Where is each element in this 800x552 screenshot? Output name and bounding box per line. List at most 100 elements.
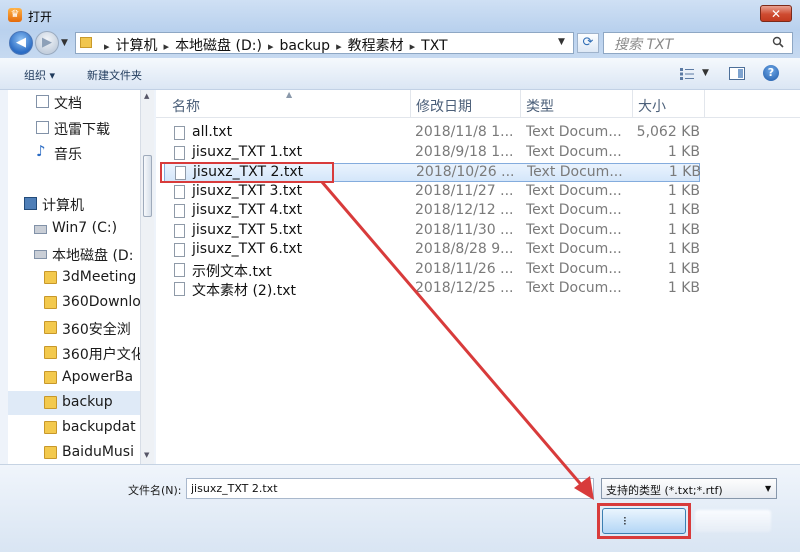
breadcrumb-segment[interactable]: 教程素材 xyxy=(348,35,404,55)
file-date: 2018/9/18 1... xyxy=(415,143,514,160)
folder-icon xyxy=(44,296,57,309)
file-type: Text Docum... xyxy=(526,143,622,160)
text-file-icon xyxy=(174,204,185,218)
sidebar-item-label: 迅雷下载 xyxy=(54,122,110,138)
filename-dropdown-icon[interactable]: ▼ xyxy=(580,484,586,493)
views-dropdown-icon[interactable]: ▼ xyxy=(702,68,709,78)
text-file-icon xyxy=(174,262,185,277)
sidebar-item[interactable]: 360Downlo xyxy=(8,291,140,315)
new-folder-button[interactable]: 新建文件夹 xyxy=(87,67,142,83)
sidebar-item-label: 文档 xyxy=(54,96,82,112)
sidebar-item-label: 本地磁盘 (D: xyxy=(52,248,134,264)
breadcrumb-separator-icon[interactable]: ▸ xyxy=(104,40,110,53)
recent-locations-dropdown[interactable]: ▼ xyxy=(61,38,68,48)
sidebar-item[interactable]: 计算机 xyxy=(8,192,140,216)
file-type: Text Docum... xyxy=(526,221,622,238)
file-size: 1 KB xyxy=(667,202,700,218)
text-file-icon xyxy=(174,243,185,257)
file-size: 5,062 KB xyxy=(636,124,700,140)
sidebar-item[interactable]: backupdat xyxy=(8,416,140,440)
file-size: 1 KB xyxy=(668,164,701,180)
folder-icon xyxy=(44,446,57,459)
help-icon[interactable]: ? xyxy=(763,65,779,81)
file-row[interactable]: jisuxz_TXT 5.txt 2018/11/30 ... Text Docum… xyxy=(164,222,700,241)
filename-input[interactable] xyxy=(186,478,594,499)
doc-icon xyxy=(36,121,49,134)
sidebar-item[interactable]: ♪ 音乐 xyxy=(8,141,140,165)
folder-icon xyxy=(44,421,57,434)
breadcrumb-separator-icon[interactable]: ▸ xyxy=(336,40,342,53)
text-file-icon xyxy=(174,145,185,160)
column-header-type[interactable]: 类型 xyxy=(526,96,554,116)
window-title: 打开 xyxy=(28,10,53,24)
sidebar-item[interactable]: ApowerBa xyxy=(8,366,140,390)
organize-button[interactable]: 组织 ▾ xyxy=(24,67,55,83)
forward-button[interactable]: ▶ xyxy=(35,31,59,55)
back-button[interactable]: ◀ xyxy=(9,31,33,55)
file-date: 2018/12/12 ... xyxy=(415,202,514,218)
chevron-down-icon: ▼ xyxy=(765,484,772,493)
address-dropdown-icon[interactable]: ▼ xyxy=(558,37,565,47)
sidebar-item[interactable]: BaiduMusi xyxy=(8,441,140,464)
file-date: 2018/8/28 9... xyxy=(415,241,514,257)
breadcrumb-separator-icon[interactable]: ▸ xyxy=(410,40,416,53)
file-row[interactable]: jisuxz_TXT 2.txt 2018/10/26 ... Text Docum… xyxy=(164,163,701,182)
file-size: 1 KB xyxy=(667,241,700,257)
sidebar-item[interactable]: 3dMeeting xyxy=(8,266,140,290)
file-name: jisuxz_TXT 2.txt xyxy=(193,164,304,180)
breadcrumb-separator-icon[interactable]: ▸ xyxy=(164,40,170,53)
file-row[interactable]: 示例文本.txt 2018/11/26 ... Text Docum... 1 KB xyxy=(164,261,700,280)
file-row[interactable]: 文本素材 (2).txt 2018/12/25 ... Text Docum... 1… xyxy=(164,280,700,299)
sidebar-item[interactable]: 文档 xyxy=(8,90,140,114)
cancel-button[interactable] xyxy=(695,510,771,532)
text-file-icon xyxy=(174,223,185,238)
file-name: jisuxz_TXT 3.txt xyxy=(192,182,303,199)
folder-icon xyxy=(44,346,57,359)
file-row[interactable]: jisuxz_TXT 1.txt 2018/9/18 1... Text Docum… xyxy=(164,144,700,163)
file-type-select[interactable]: 支持的类型 (*.txt;*.rtf) ▼ xyxy=(601,478,777,499)
text-file-icon xyxy=(174,282,185,296)
sidebar-item[interactable]: Win7 (C:) xyxy=(8,217,140,241)
column-header-size[interactable]: 大小 xyxy=(638,96,666,116)
column-header-date[interactable]: 修改日期 xyxy=(416,96,472,116)
sidebar-item-label: ApowerBa xyxy=(62,369,134,385)
file-size: 1 KB xyxy=(667,221,700,238)
views-icon[interactable] xyxy=(680,68,694,80)
file-size: 1 KB xyxy=(667,182,700,199)
file-row[interactable]: jisuxz_TXT 3.txt 2018/11/27 ... Text Docum… xyxy=(164,183,700,202)
breadcrumb-segment[interactable]: 计算机 xyxy=(116,35,158,55)
breadcrumb-segment[interactable]: 本地磁盘 (D:) xyxy=(175,35,262,55)
sidebar-item[interactable]: 360用户文化 xyxy=(8,341,140,365)
column-header-name[interactable]: 名称 xyxy=(172,96,200,116)
open-button-label: ⁝ xyxy=(623,514,627,528)
sidebar-item[interactable]: 本地磁盘 (D: xyxy=(8,242,140,266)
sidebar-item[interactable]: 迅雷下载 xyxy=(8,116,140,140)
file-list: ▲ 名称 修改日期 类型 大小 all.txt 2018/11/8 1... Tex… xyxy=(156,90,800,464)
file-row[interactable]: all.txt 2018/11/8 1... Text Docum... 5,062 … xyxy=(164,124,700,143)
doc-icon xyxy=(36,95,49,108)
scroll-up-icon[interactable]: ▲ xyxy=(144,92,149,100)
close-button[interactable]: ✕ xyxy=(760,5,792,22)
drive-icon xyxy=(34,250,47,259)
scrollbar-thumb[interactable] xyxy=(143,155,152,217)
drive-icon xyxy=(34,225,47,234)
open-file-dialog: ♛ 打开 ✕ ◀ ▶ ▼ ▸ 计算机 ▸ 本地磁盘 (D:) ▸ backup ▸ 教程素材 ▸… xyxy=(0,0,800,552)
preview-pane-icon[interactable] xyxy=(729,67,745,80)
sidebar-item[interactable]: backup xyxy=(8,391,140,415)
navigation-pane-scrollbar[interactable]: ▲ ▼ xyxy=(140,90,154,464)
breadcrumb-separator-icon[interactable]: ▸ xyxy=(268,40,274,53)
file-row[interactable]: jisuxz_TXT 6.txt 2018/8/28 9... Text Docum… xyxy=(164,241,700,260)
file-type: Text Docum... xyxy=(526,260,622,277)
search-input[interactable]: 搜索 TXT xyxy=(603,32,793,54)
refresh-button[interactable]: ⟳ xyxy=(577,33,599,53)
folder-icon xyxy=(44,271,57,284)
open-button[interactable]: ⁝ xyxy=(602,508,686,534)
computer-icon xyxy=(24,197,37,210)
breadcrumb-segment[interactable]: backup xyxy=(279,38,330,54)
address-bar[interactable]: ▸ 计算机 ▸ 本地磁盘 (D:) ▸ backup ▸ 教程素材 ▸ TXT ▼ xyxy=(75,32,574,54)
command-toolbar: 组织 ▾ 新建文件夹 ▼ ? xyxy=(0,58,800,90)
sidebar-item[interactable]: 360安全浏 xyxy=(8,316,140,340)
file-row[interactable]: jisuxz_TXT 4.txt 2018/12/12 ... Text Docum… xyxy=(164,202,700,221)
scroll-down-icon[interactable]: ▼ xyxy=(144,451,149,459)
breadcrumb-segment[interactable]: TXT xyxy=(421,38,447,54)
